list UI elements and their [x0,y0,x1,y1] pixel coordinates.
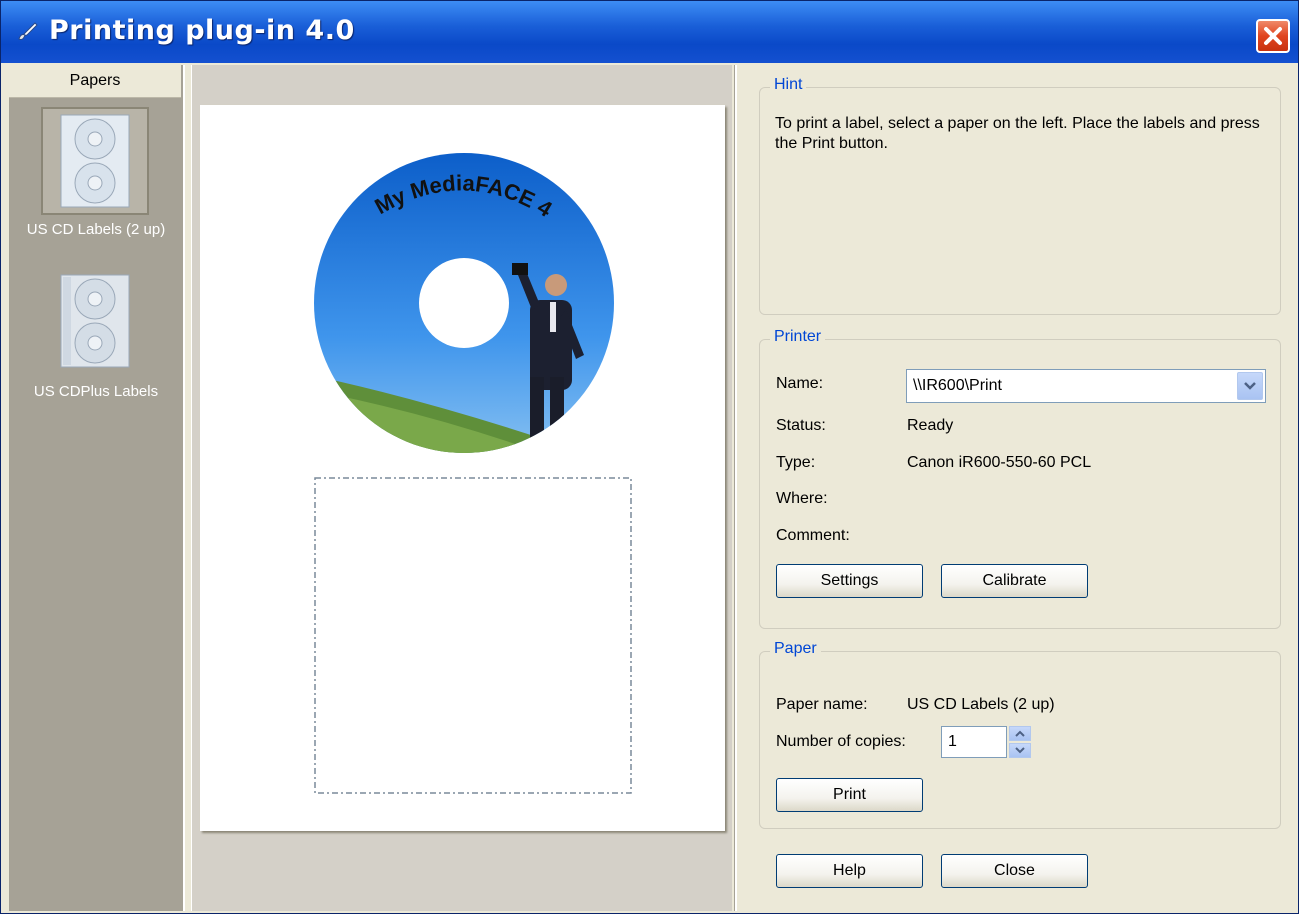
hint-group: Hint To print a label, select a paper on… [759,76,1281,315]
paper-thumbnail [41,269,149,377]
window-title: Printing plug-in 4.0 [49,15,355,46]
plugin-brush-icon [18,22,38,40]
printer-name-label: Name: [776,375,824,392]
paper-thumbnail [41,107,149,215]
preview-area: My MediaFACE 4.0 Label Design [191,65,732,911]
hint-text: To print a label, select a paper on the … [775,115,1260,152]
preview-sheet: My MediaFACE 4.0 Label Design [200,105,725,831]
spin-up-button[interactable] [1009,726,1031,741]
help-button[interactable]: Help [776,854,923,888]
papers-panel: Papers US CD Labels (2 up) US CDPlus Lab… [9,65,185,911]
printer-type-label: Type: [776,454,816,471]
splitter[interactable] [734,65,737,911]
printer-status-label: Status: [776,417,826,434]
paper-item-us-cd-labels[interactable]: US CD Labels (2 up) [9,107,183,257]
paper-item-us-cdplus-labels[interactable]: US CDPlus Labels [9,269,183,409]
printer-name-value: \\IR600\Print [913,377,1002,394]
dropdown-button[interactable] [1237,372,1263,400]
copies-spinner[interactable] [1009,726,1031,758]
printing-dialog: Printing plug-in 4.0 Papers US CD Labels… [0,0,1299,914]
printer-comment-label: Comment: [776,527,850,544]
print-button[interactable]: Print [776,778,923,812]
chevron-down-icon [1244,382,1256,390]
copies-label: Number of copies: [776,733,906,750]
close-button[interactable]: Close [941,854,1088,888]
copies-value: 1 [948,733,957,750]
printer-name-select[interactable]: \\IR600\Print [906,369,1266,403]
printer-legend: Printer [770,328,826,346]
hint-legend: Hint [770,76,807,94]
close-icon [1264,27,1282,45]
paper-name-label: Paper name: [776,696,868,713]
settings-button[interactable]: Settings [776,564,923,598]
copies-input[interactable]: 1 [941,726,1007,758]
empty-label-slot [314,477,632,794]
paper-name-value: US CD Labels (2 up) [907,696,1055,713]
printer-type-value: Canon iR600-550-60 PCL [907,454,1092,471]
calibrate-button[interactable]: Calibrate [941,564,1088,598]
papers-header: Papers [9,65,181,98]
title-bar[interactable]: Printing plug-in 4.0 [1,1,1298,63]
printer-status-value: Ready [907,417,954,434]
cd-sheet-icon [60,114,130,208]
cd-sheet-icon [60,274,130,368]
paper-label: US CD Labels (2 up) [26,221,166,238]
arrow-down-icon [1015,747,1025,754]
spin-down-button[interactable] [1009,743,1031,758]
cd-label-preview[interactable]: My MediaFACE 4.0 Label Design [200,105,725,831]
printer-where-label: Where: [776,490,828,507]
arrow-up-icon [1015,730,1025,737]
close-window-button[interactable] [1256,19,1290,53]
paper-label: US CDPlus Labels [33,383,159,400]
paper-legend: Paper [770,640,821,658]
